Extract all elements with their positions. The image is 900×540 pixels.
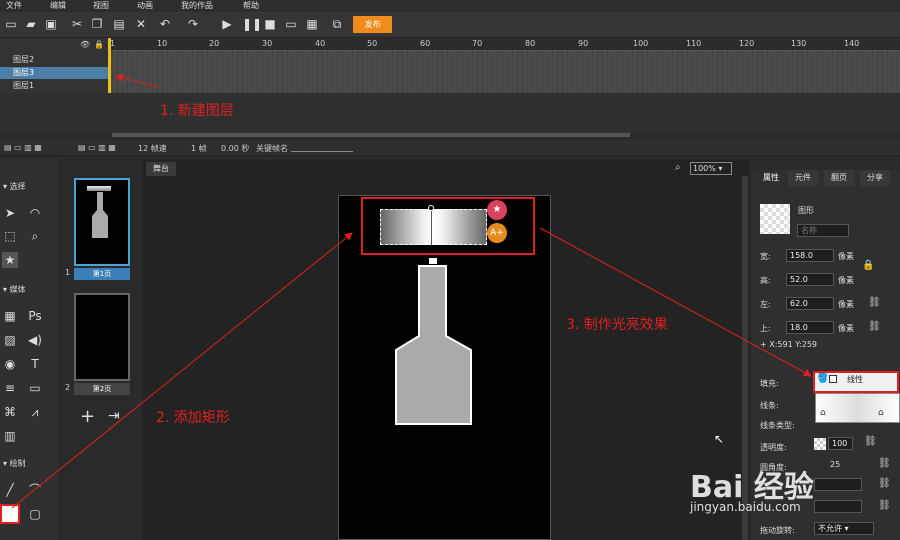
annotation-3: 3. 制作光亮效果 xyxy=(566,317,668,333)
watermark-url: jingyan.baidu.com xyxy=(690,500,801,514)
annotation-overlay xyxy=(11,73,812,509)
annotation-1: 1. 新建图层 xyxy=(160,103,234,119)
mouse-cursor-icon: ↖ xyxy=(714,432,725,446)
annotation-2: 2. 添加矩形 xyxy=(156,410,230,426)
